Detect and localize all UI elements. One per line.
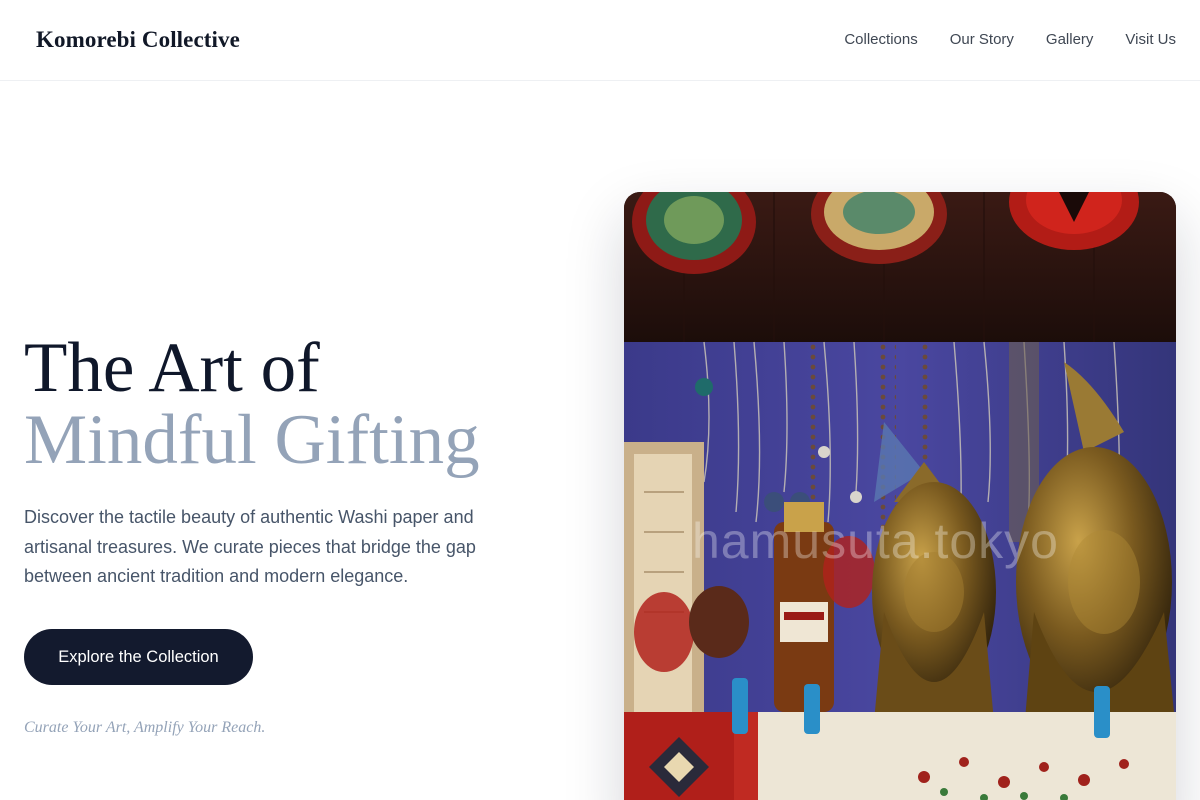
explore-collection-button[interactable]: Explore the Collection: [24, 629, 253, 685]
market-stall-illustration: [624, 192, 1176, 800]
nav-link-visit-us[interactable]: Visit Us: [1125, 31, 1176, 48]
nav-link-our-story[interactable]: Our Story: [950, 31, 1014, 48]
nav-link-collections[interactable]: Collections: [844, 31, 917, 48]
hero-description: Discover the tactile beauty of authentic…: [24, 507, 476, 586]
brand-logo[interactable]: Komorebi Collective: [36, 27, 240, 53]
main-nav: Collections Our Story Gallery Visit Us: [812, 31, 1176, 48]
hero-title-line-1: The Art of: [24, 329, 320, 407]
hero-tagline: Curate Your Art, Amplify Your Reach.: [24, 719, 266, 736]
hero-photo-market-stall: hamusuta.tokyo: [624, 192, 1176, 800]
nav-link-gallery[interactable]: Gallery: [1046, 31, 1094, 48]
image-watermark: hamusuta.tokyo: [692, 513, 1059, 569]
site-header: Komorebi Collective Collections Our Stor…: [0, 0, 1200, 81]
hero-title: The Art of Mindful Gifting: [24, 332, 480, 476]
hero-title-line-2: Mindful Gifting: [24, 401, 480, 479]
